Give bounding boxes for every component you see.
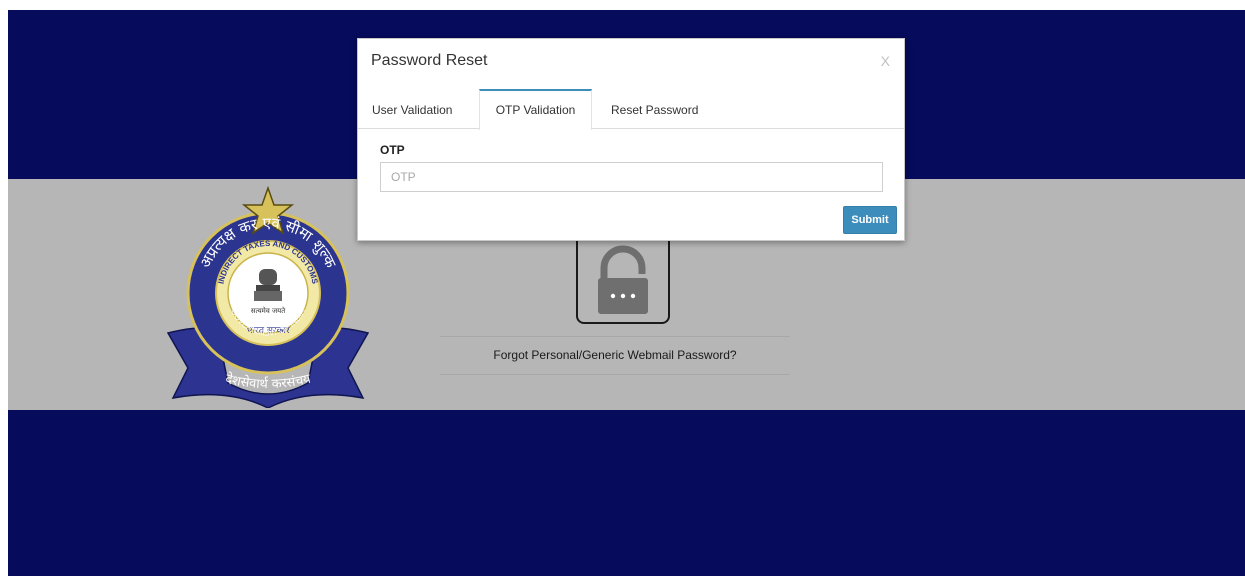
lock-box [576, 240, 670, 324]
cbic-emblem-icon: अप्रत्यक्ष कर एवं सीमा शुल्क INDIRECT TA… [166, 185, 370, 408]
password-reset-modal: Password Reset X User Validation OTP Val… [357, 38, 905, 241]
modal-tabs: User Validation OTP Validation Reset Pas… [358, 89, 904, 130]
tab-user-validation[interactable]: User Validation [360, 89, 464, 129]
submit-button[interactable]: Submit [843, 206, 897, 234]
tab-otp-validation[interactable]: OTP Validation [479, 89, 592, 130]
otp-input[interactable] [380, 162, 883, 192]
padlock-icon [598, 245, 648, 314]
forgot-webmail-password-link[interactable]: Forgot Personal/Generic Webmail Password… [440, 336, 790, 375]
tab-reset-password[interactable]: Reset Password [599, 89, 710, 129]
close-icon[interactable]: X [881, 53, 890, 69]
otp-label: OTP [380, 143, 405, 157]
emblem-motto: सत्यमेव जयते [251, 306, 286, 315]
modal-title: Password Reset [371, 52, 488, 69]
